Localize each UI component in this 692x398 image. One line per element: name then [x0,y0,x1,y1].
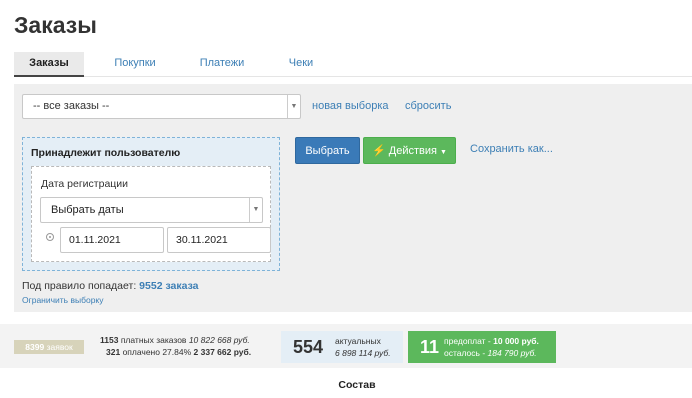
requests-count: 8399 [25,342,45,352]
prepay-sum: 10 000 руб. [493,336,539,346]
stats-bar: 8399 заявок 1153 платных заказов 10 822 … [0,324,692,368]
date-from-input[interactable]: 01.11.2021 [60,227,164,253]
rule-count-line: Под правило попадает: 9552 заказа [22,280,199,292]
actual-text: актуальных 6 898 114 руб. [335,335,391,359]
remaining-line: осталось - 184 790 руб. [444,347,539,359]
actual-sum: 6 898 114 руб. [335,348,391,358]
bolt-icon: ⚡ [372,145,386,157]
actual-box: 554 актуальных 6 898 114 руб. [281,331,403,363]
remaining-sum: 184 790 руб. [487,348,537,358]
paid-orders-sum: 10 822 668 руб. [188,335,250,345]
tab-orders[interactable]: Заказы [14,52,84,77]
date-range-select-value: Выбрать даты [51,204,124,216]
actions-button[interactable]: ⚡ Действия ▼ [363,137,456,164]
prepay-box: 11 предоплат - 10 000 руб. осталось - 18… [408,331,556,363]
actual-count: 554 [293,337,324,357]
requests-badge: 8399 заявок [14,340,84,354]
paid-count: 321 [106,347,121,357]
paid-line: 321 оплачено 27.84% 2 337 662 руб. [100,346,251,358]
prepay-label: предоплат - [444,336,491,346]
tab-receipts[interactable]: Чеки [275,52,327,77]
paid-orders-line: 1153 платных заказов 10 822 668 руб. [100,334,251,346]
save-as-link[interactable]: Сохранить как... [470,143,553,155]
chevron-down-icon: ▼ [287,95,300,118]
new-selection-link[interactable]: новая выборка [312,100,389,112]
prepay-count: 11 [420,337,440,357]
actions-button-label: Действия [388,145,437,157]
prepay-text: предоплат - 10 000 руб. осталось - 184 7… [444,335,539,359]
actual-label: актуальных [335,336,381,346]
section-title: Состав [338,379,376,391]
prepay-line: предоплат - 10 000 руб. [444,335,539,347]
date-range-select[interactable]: Выбрать даты ▼ [40,197,263,223]
rule-box: Принадлежит пользователю Дата регистраци… [22,137,280,271]
select-button[interactable]: Выбрать [295,137,360,164]
paid-orders-label: платных заказов [120,335,187,345]
page-title: Заказы [14,12,97,38]
rule-count-prefix: Под правило попадает: [22,280,137,292]
tab-bar: Заказы Покупки Платежи Чеки [14,52,692,77]
requests-label: заявок [46,342,73,352]
caret-down-icon: ▼ [440,149,447,156]
chevron-down-icon: ▼ [249,198,262,222]
paid-label: оплачено 27.84% [122,347,192,357]
orders-filter-value: -- все заказы -- [33,100,110,112]
rule-count-value[interactable]: 9552 заказа [139,280,198,292]
date-to-input[interactable]: 30.11.2021 [167,227,271,253]
paid-stats: 1153 платных заказов 10 822 668 руб. 321… [100,334,251,358]
remaining-label: осталось - [444,348,486,358]
filter-panel: -- все заказы -- ▼ новая выборка сбросит… [14,84,692,312]
rule-condition-box: Дата регистрации Выбрать даты ▼ 01.11.20… [31,166,271,262]
rule-title: Принадлежит пользователю [31,147,181,159]
clock-icon[interactable] [46,233,54,241]
limit-selection-link[interactable]: Ограничить выборку [22,295,103,305]
paid-orders-count: 1153 [100,335,119,345]
orders-filter-select[interactable]: -- все заказы -- ▼ [22,94,301,119]
field-label: Дата регистрации [41,178,129,190]
tab-payments[interactable]: Платежи [186,52,258,77]
paid-sum: 2 337 662 руб. [193,347,252,357]
tab-purchases[interactable]: Покупки [100,52,170,77]
reset-link[interactable]: сбросить [405,100,451,112]
